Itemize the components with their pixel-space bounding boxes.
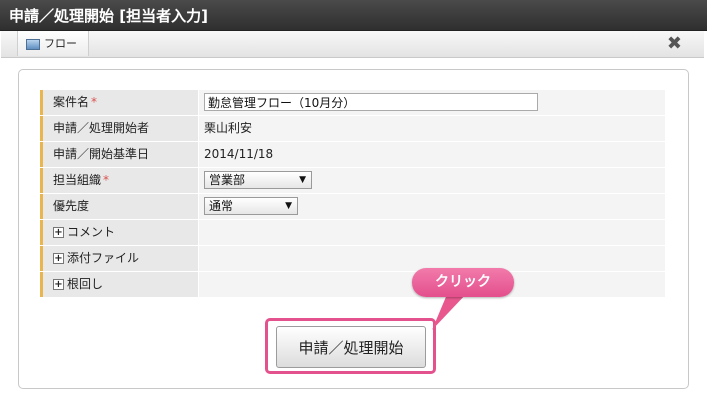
plus-icon: + (53, 227, 64, 238)
application-form: 案件名* 申請／処理開始者 栗山利安 申請／開始基準日 2014/11/18 担… (40, 90, 665, 298)
flow-tab[interactable]: フロー (17, 31, 89, 56)
chevron-down-icon: ▼ (285, 201, 292, 211)
organization-label: 担当組織 * (40, 168, 198, 193)
priority-select-value: 通常 (209, 199, 234, 213)
priority-select[interactable]: 通常 ▼ (204, 197, 298, 215)
required-mark: * (103, 173, 110, 187)
form-row-subject: 案件名 * (40, 90, 665, 116)
applicant-value: 栗山利安 (199, 116, 665, 141)
required-mark: * (91, 95, 98, 109)
window-title: 申請／処理開始 [担当者入力] (9, 7, 208, 25)
organization-select-value: 営業部 (209, 173, 246, 187)
submit-button[interactable]: 申請／処理開始 (276, 326, 426, 368)
nemawashi-toggle[interactable]: + 根回し (40, 272, 198, 297)
form-row-organization: 担当組織 * 営業部 ▼ (40, 168, 665, 194)
form-row-attachment: + 添付ファイル (40, 246, 665, 272)
organization-select[interactable]: 営業部 ▼ (204, 171, 312, 189)
form-row-base-date: 申請／開始基準日 2014/11/18 (40, 142, 665, 168)
form-row-priority: 優先度 通常 ▼ (40, 194, 665, 220)
priority-label: 優先度 (40, 194, 198, 219)
click-callout: クリック (412, 268, 514, 297)
flow-icon (26, 39, 40, 50)
applicant-label: 申請／処理開始者 (40, 116, 198, 141)
attachment-label: 添付ファイル (67, 251, 140, 265)
form-row-comment: + コメント (40, 220, 665, 246)
subject-input[interactable] (204, 93, 538, 111)
base-date-label: 申請／開始基準日 (40, 142, 198, 167)
subject-label-text: 案件名 (53, 95, 90, 109)
comment-toggle[interactable]: + コメント (40, 220, 198, 245)
plus-icon: + (53, 253, 64, 264)
window-titlebar: 申請／処理開始 [担当者入力] (0, 0, 707, 31)
close-icon[interactable]: ✖ (667, 34, 682, 54)
comment-value-cell (199, 220, 665, 245)
nemawashi-label: 根回し (67, 277, 104, 291)
base-date-value: 2014/11/18 (199, 142, 665, 167)
organization-label-text: 担当組織 (53, 173, 102, 187)
form-row-applicant: 申請／処理開始者 栗山利安 (40, 116, 665, 142)
plus-icon: + (53, 279, 64, 290)
attachment-toggle[interactable]: + 添付ファイル (40, 246, 198, 271)
subject-label: 案件名 * (40, 90, 198, 115)
flow-tab-label: フロー (44, 37, 77, 50)
comment-label: コメント (67, 225, 116, 239)
chevron-down-icon: ▼ (299, 175, 306, 185)
toolbar: フロー ✖ (1, 31, 704, 58)
form-row-nemawashi: + 根回し (40, 272, 665, 298)
